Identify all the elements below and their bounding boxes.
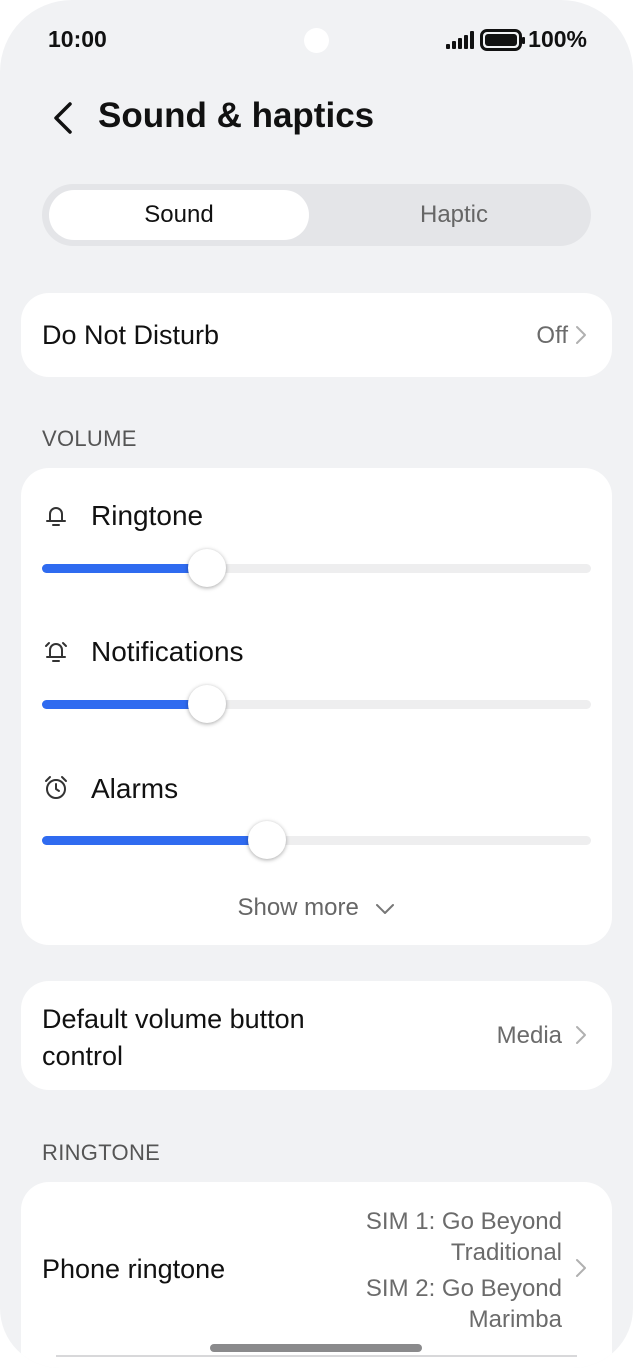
volume-button-label: Default volume button control: [42, 1001, 305, 1075]
notification-bell-icon: [45, 642, 67, 662]
sim1-ringtone-line1: SIM 1: Go Beyond: [365, 1208, 562, 1235]
notifications-slider-fill: [42, 700, 207, 709]
chevron-right-icon: [576, 326, 586, 344]
alarms-slider-fill: [42, 836, 268, 845]
volume-section-title: VOLUME: [42, 426, 137, 451]
notifications-slider[interactable]: [42, 685, 591, 723]
battery-percent: 100%: [528, 26, 587, 52]
notifications-slider-knob[interactable]: [187, 685, 226, 723]
home-indicator[interactable]: [210, 1344, 422, 1352]
notifications-label: Notifications: [91, 636, 244, 667]
sound-haptic-tabs: Sound Haptic: [42, 184, 591, 246]
ringtone-values: SIM 1: Go Beyond Traditional SIM 2: Go B…: [366, 1206, 562, 1335]
volume-card: Ringtone Notifications Alarms Show more: [21, 468, 612, 945]
volume-button-value: Media: [496, 1022, 562, 1049]
sim2-ringtone-line2: Marimba: [468, 1306, 562, 1333]
alarm-clock-icon: [45, 776, 67, 799]
ringtone-section-title: RINGTONE: [42, 1140, 161, 1165]
ringtone-slider[interactable]: [42, 549, 591, 587]
default-volume-button-row[interactable]: Default volume button control Media: [21, 981, 612, 1090]
page-title: Sound & haptics: [98, 96, 375, 135]
dnd-value: Off: [536, 322, 568, 349]
chevron-right-icon: [576, 1259, 586, 1277]
alarms-label: Alarms: [91, 773, 179, 804]
status-time: 10:00: [48, 26, 107, 52]
camera-cutout: [304, 28, 329, 53]
volume-button-label-line1: Default volume button: [42, 1004, 305, 1034]
tab-haptic[interactable]: Haptic: [324, 190, 584, 240]
alarms-slider-knob[interactable]: [248, 821, 287, 859]
do-not-disturb-row[interactable]: Do Not Disturb Off: [21, 293, 612, 377]
ringtone-slider-fill: [42, 564, 207, 573]
bell-icon: [46, 507, 66, 526]
bottom-divider: [56, 1355, 577, 1357]
back-arrow-icon[interactable]: [46, 100, 82, 136]
alarms-slider[interactable]: [42, 821, 591, 859]
dnd-label: Do Not Disturb: [42, 320, 220, 350]
ringtone-label: Ringtone: [91, 500, 204, 531]
phone-ringtone-row[interactable]: Phone ringtone SIM 1: Go Beyond Traditio…: [21, 1182, 612, 1368]
phone-ringtone-label: Phone ringtone: [42, 1254, 226, 1284]
phone-screen: 10:00 100% Sound & haptics Sound Haptic …: [0, 0, 633, 1368]
signal-icon: [446, 30, 475, 49]
tab-sound[interactable]: Sound: [49, 190, 309, 240]
sim2-ringtone-line1: SIM 2: Go Beyond: [365, 1275, 562, 1302]
ringtone-slider-knob[interactable]: [187, 549, 226, 587]
show-more-button[interactable]: Show more: [21, 894, 612, 922]
battery-icon: [480, 28, 526, 51]
status-icons: 100%: [446, 26, 587, 53]
volume-button-label-line2: control: [42, 1041, 124, 1071]
sim1-ringtone-line2: Traditional: [450, 1239, 562, 1266]
chevron-down-icon: [375, 903, 394, 914]
chevron-right-icon: [576, 1026, 586, 1044]
show-more-label: Show more: [237, 894, 359, 921]
